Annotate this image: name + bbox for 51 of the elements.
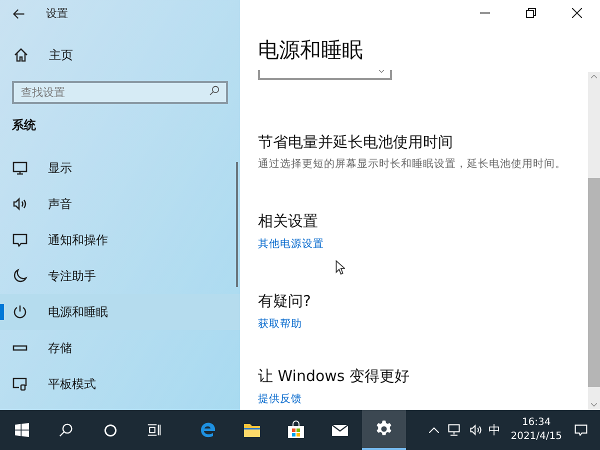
- chevron-up-icon[interactable]: [428, 427, 439, 433]
- nav-item[interactable]: 平板模式: [0, 366, 240, 402]
- restore-icon: [526, 8, 536, 18]
- section-description: 通过选择更短的屏幕显示时长和睡眠设置，延长电池使用时间。: [258, 157, 567, 172]
- scrollbar-thumb[interactable]: [236, 162, 238, 287]
- caret-icon: [379, 70, 384, 73]
- nav-item[interactable]: 通知和操作: [0, 222, 240, 258]
- windows-logo-icon: [15, 423, 29, 437]
- home-icon: [13, 47, 29, 63]
- nav-item[interactable]: 存储: [0, 330, 240, 366]
- home-nav-item[interactable]: 主页: [0, 41, 240, 69]
- message-icon: [12, 232, 28, 248]
- scroll-down-icon[interactable]: [591, 403, 597, 407]
- shopping-bag-icon: [286, 420, 306, 440]
- section-heading: 有疑问?: [258, 290, 312, 310]
- section-heading: 让 Windows 变得更好: [258, 366, 410, 386]
- speaker-icon: [12, 196, 28, 212]
- speaker-icon[interactable]: [468, 423, 483, 437]
- page-title: 电源和睡眠: [258, 37, 364, 64]
- nav-item[interactable]: 显示: [0, 150, 240, 186]
- close-icon: [572, 8, 582, 18]
- scroll-up-icon[interactable]: [591, 75, 597, 79]
- task-view-icon: [147, 423, 161, 437]
- mouse-pointer-icon: [335, 260, 345, 275]
- nav-item[interactable]: 声音: [0, 186, 240, 222]
- nav-item[interactable]: 专注助手: [0, 258, 240, 294]
- section-heading: 节省电量并延长电池使用时间: [258, 132, 454, 152]
- tablet-icon: [12, 376, 28, 392]
- search-field[interactable]: 查找设置: [12, 81, 228, 104]
- power-icon: [12, 304, 28, 320]
- section-heading: 相关设置: [258, 210, 319, 231]
- link[interactable]: 提供反馈: [258, 392, 302, 408]
- browser-e-icon: [198, 420, 218, 440]
- back-arrow-icon[interactable]: [12, 7, 26, 21]
- link[interactable]: 获取帮助: [258, 316, 302, 332]
- circle-icon: [104, 424, 116, 436]
- link[interactable]: 其他电源设置: [258, 236, 324, 252]
- moon-icon: [12, 268, 28, 284]
- window-title: 设置: [46, 6, 68, 22]
- clock[interactable]: 16:34 2021/4/15: [510, 416, 562, 444]
- section-heading: 系统: [11, 117, 37, 134]
- search-icon: [209, 85, 220, 96]
- dropdown[interactable]: [258, 70, 392, 80]
- taskbar-app-button[interactable]: [362, 410, 406, 450]
- monitor-icon: [12, 160, 28, 176]
- scrollbar-thumb[interactable]: [588, 178, 600, 387]
- network-icon[interactable]: [446, 423, 461, 437]
- search-icon: [59, 423, 73, 437]
- input-method-indicator[interactable]: 中: [488, 421, 501, 439]
- notification-icon[interactable]: [574, 423, 588, 437]
- nav-item[interactable]: 电源和睡眠: [0, 294, 240, 330]
